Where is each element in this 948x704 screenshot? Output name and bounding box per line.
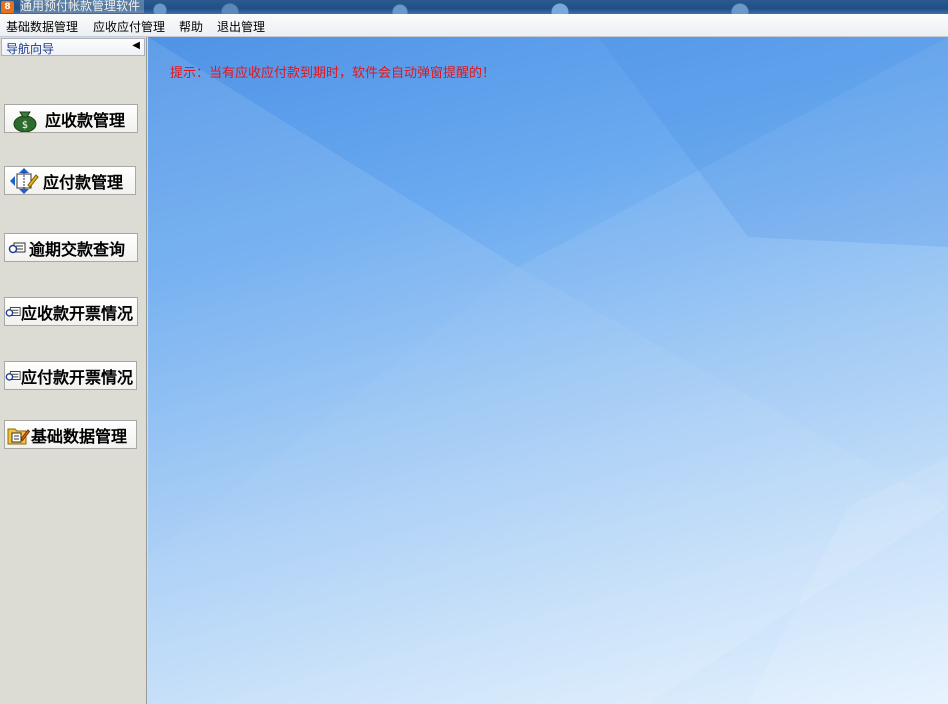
main-content: 提示：当有应收应付款到期时，软件会自动弹窗提醒的！ [148,37,948,704]
query-icon [5,304,21,320]
query-icon [5,240,29,256]
nav-button-label: 逾期交款查询 [29,239,126,259]
collapse-icon[interactable]: ◀ [132,40,140,51]
nav-button-label: 应收款管理 [45,110,126,130]
nav-button-label: 基础数据管理 [31,426,128,446]
nav-button-receivable-invoice[interactable]: 应收款开票情况 [4,297,138,326]
nav-button-label: 应收款开票情况 [21,303,134,323]
window-title: 通用预付帐款管理软件 [20,0,145,13]
app-icon: 8 [1,1,14,13]
nav-button-basic-data[interactable]: 基础数据管理 [4,420,137,449]
svg-text:$: $ [22,120,28,131]
nav-header: 导航向导 ◀ [1,38,145,56]
due-reminder-hint: 提示：当有应收应付款到期时，软件会自动弹窗提醒的！ [170,66,496,81]
payment-edit-icon [5,167,43,194]
menu-help[interactable]: 帮助 [179,18,203,35]
query-icon [5,368,21,384]
menu-receivable-payable[interactable]: 应收应付管理 [93,18,165,35]
money-bag-icon: $ [5,106,45,132]
nav-button-receivable[interactable]: $ 应收款管理 [4,104,138,133]
title-bar: 8 通用预付帐款管理软件 [0,0,948,14]
background-decoration [148,37,948,704]
nav-button-overdue-query[interactable]: 逾期交款查询 [4,233,138,262]
nav-button-label: 应付款开票情况 [21,367,134,387]
folder-edit-icon [5,424,31,446]
nav-header-label: 导航向导 [6,42,55,56]
nav-button-label: 应付款管理 [43,172,124,192]
nav-button-payable[interactable]: 应付款管理 [4,166,136,195]
menu-basic-data[interactable]: 基础数据管理 [6,18,78,35]
nav-panel: 导航向导 ◀ $ 应收款管理 应付款管理 逾期交款查询 应收款开票情况 应付款开… [0,37,147,704]
menu-exit[interactable]: 退出管理 [217,18,265,35]
menu-bar: 基础数据管理 应收应付管理 帮助 退出管理 [0,14,948,37]
nav-button-payable-invoice[interactable]: 应付款开票情况 [4,361,137,390]
